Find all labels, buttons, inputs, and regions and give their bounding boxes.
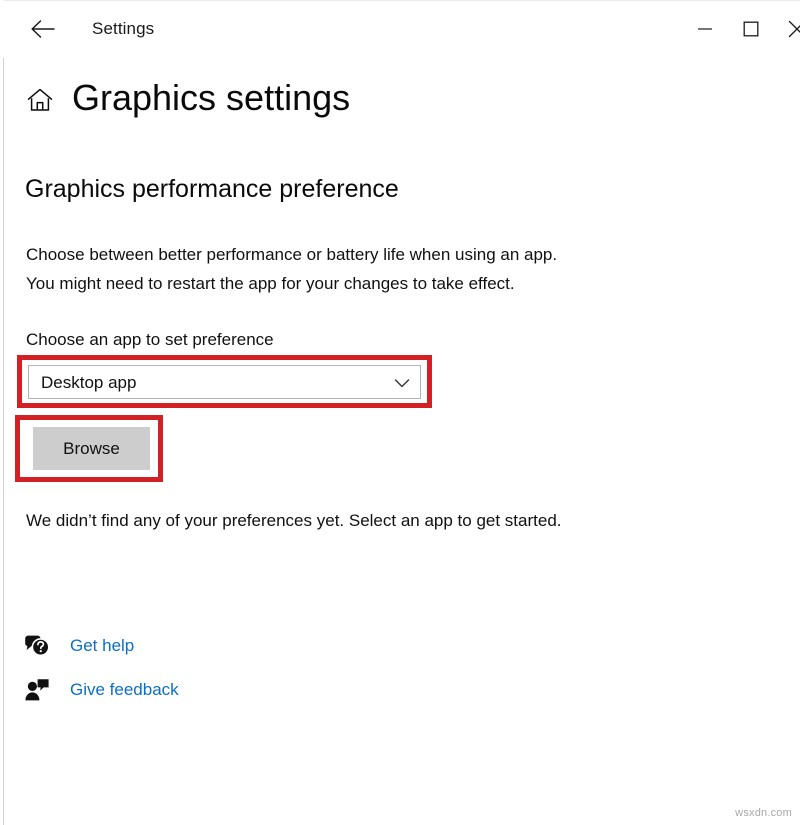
close-button[interactable] xyxy=(774,5,800,53)
empty-state-message: We didn’t find any of your preferences y… xyxy=(26,511,562,530)
home-icon[interactable] xyxy=(25,85,55,115)
maximize-icon xyxy=(743,21,759,37)
title-bar: Settings xyxy=(4,1,800,58)
browse-button[interactable]: Browse xyxy=(33,427,150,470)
watermark: wsxdn.com xyxy=(735,807,792,819)
section-heading: Graphics performance preference xyxy=(25,175,399,203)
description-line-2: You might need to restart the app for yo… xyxy=(26,274,515,293)
arrow-left-icon xyxy=(30,19,56,39)
minimize-button[interactable] xyxy=(682,5,728,53)
app-type-dropdown[interactable]: Desktop app xyxy=(28,365,421,399)
close-icon xyxy=(788,20,800,38)
section-description: Choose between better performance or bat… xyxy=(26,240,557,298)
description-line-1: Choose between better performance or bat… xyxy=(26,245,558,264)
page-title: Graphics settings xyxy=(72,77,351,118)
chevron-down-icon xyxy=(394,376,410,390)
person-feedback-icon xyxy=(22,675,52,705)
back-button[interactable] xyxy=(22,7,64,51)
maximize-button[interactable] xyxy=(728,5,774,53)
settings-window: Settings Graphics settings Graphics perf… xyxy=(0,0,800,825)
minimize-icon xyxy=(697,23,713,35)
app-type-dropdown-value: Desktop app xyxy=(41,373,137,392)
window-title: Settings xyxy=(92,19,155,38)
give-feedback-link[interactable]: Give feedback xyxy=(22,674,179,706)
app-picker-label: Choose an app to set preference xyxy=(26,330,274,349)
get-help-label: Get help xyxy=(70,636,135,655)
get-help-link[interactable]: Get help xyxy=(22,630,134,662)
give-feedback-label: Give feedback xyxy=(70,680,179,699)
help-chat-icon xyxy=(22,631,52,661)
window-left-border xyxy=(3,58,4,825)
